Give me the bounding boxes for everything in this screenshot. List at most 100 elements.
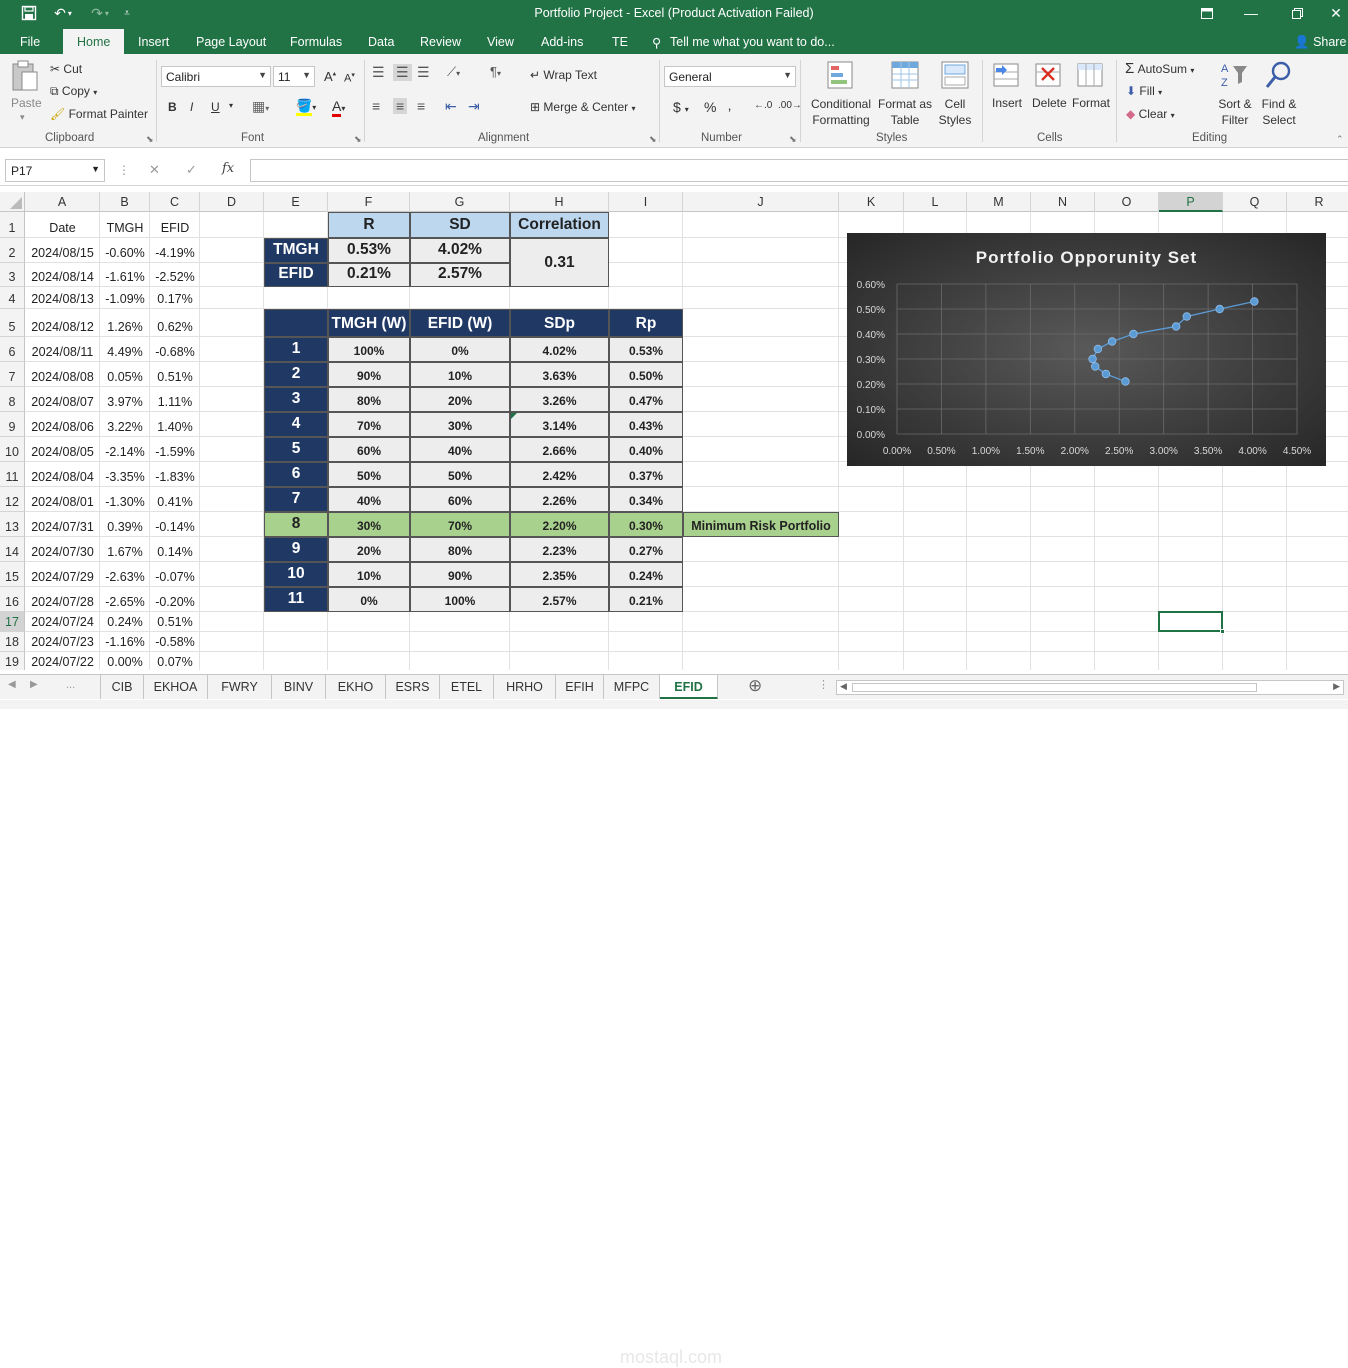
- sheet-tab-ekho[interactable]: EKHO: [326, 675, 386, 699]
- date-table-cell[interactable]: 0.14%: [150, 537, 200, 562]
- date-table-cell[interactable]: 2024/07/28: [25, 587, 100, 612]
- row-header-18[interactable]: 18: [0, 632, 25, 652]
- cancel-icon[interactable]: ✕: [149, 162, 160, 178]
- row-header-15[interactable]: 15: [0, 562, 25, 587]
- portfolio-cell[interactable]: 90%: [328, 362, 410, 387]
- stats-header-r[interactable]: R: [328, 212, 410, 238]
- date-table-cell[interactable]: -2.52%: [150, 263, 200, 287]
- portfolio-cell[interactable]: 0.47%: [609, 387, 683, 412]
- portfolio-cell[interactable]: 30%: [410, 412, 510, 437]
- date-table-cell[interactable]: 2024/08/05: [25, 437, 100, 462]
- column-header-k[interactable]: K: [839, 192, 904, 212]
- sheet-tab-ekhoa[interactable]: EKHOA: [144, 675, 208, 699]
- align-middle-icon[interactable]: ☰: [393, 64, 412, 81]
- format-cells-icon[interactable]: [1076, 60, 1104, 93]
- close-icon[interactable]: ✕: [1326, 3, 1346, 23]
- decrease-indent-icon[interactable]: ⇤: [445, 98, 457, 115]
- date-table-cell[interactable]: 2024/08/01: [25, 487, 100, 512]
- tab-add-ins[interactable]: Add-ins: [541, 35, 583, 49]
- date-table-cell[interactable]: -0.60%: [100, 238, 150, 263]
- portfolio-index[interactable]: 1: [264, 337, 328, 362]
- portfolio-cell[interactable]: 0.53%: [609, 337, 683, 362]
- autosum-button[interactable]: Σ AutoSum ▾: [1125, 60, 1194, 77]
- tab-data[interactable]: Data: [368, 35, 394, 49]
- scroll-right-arrow-icon[interactable]: ▶: [1333, 681, 1340, 692]
- portfolio-cell[interactable]: 80%: [410, 537, 510, 562]
- paste-dropdown-icon[interactable]: ▾: [20, 112, 25, 123]
- font-color-icon[interactable]: A▾: [332, 98, 345, 117]
- column-header-e[interactable]: E: [264, 192, 328, 212]
- date-table-cell[interactable]: 2024/08/06: [25, 412, 100, 437]
- date-table-cell[interactable]: 3.22%: [100, 412, 150, 437]
- new-sheet-icon[interactable]: ⊕: [748, 676, 762, 696]
- portfolio-cell[interactable]: 0%: [410, 337, 510, 362]
- row-header-7[interactable]: 7: [0, 362, 25, 387]
- number-format-select[interactable]: General ▼: [664, 66, 796, 87]
- row-header-19[interactable]: 19: [0, 652, 25, 670]
- clear-button[interactable]: ◆ Clear ▾: [1126, 107, 1175, 121]
- date-table-cell[interactable]: 2024/08/07: [25, 387, 100, 412]
- paste-icon[interactable]: [10, 60, 42, 92]
- date-table-cell[interactable]: 2024/08/13: [25, 287, 100, 309]
- date-table-cell[interactable]: 0.62%: [150, 309, 200, 337]
- row-header-8[interactable]: 8: [0, 387, 25, 412]
- column-header-f[interactable]: F: [328, 192, 410, 212]
- stats-cell[interactable]: 4.02%: [410, 238, 510, 263]
- date-table-cell[interactable]: -1.59%: [150, 437, 200, 462]
- date-table-cell[interactable]: 2024/08/04: [25, 462, 100, 487]
- sheet-tab-binv[interactable]: BINV: [272, 675, 326, 699]
- date-table-cell[interactable]: 1.67%: [100, 537, 150, 562]
- date-table-cell[interactable]: -4.19%: [150, 238, 200, 263]
- date-table-cell[interactable]: -2.14%: [100, 437, 150, 462]
- insert-cells-icon[interactable]: [992, 60, 1020, 93]
- alignment-launcher-icon[interactable]: ⬊: [649, 134, 657, 145]
- share-button[interactable]: 👤 Share: [1294, 35, 1346, 50]
- date-table-cell[interactable]: 2024/07/24: [25, 612, 100, 632]
- date-table-cell[interactable]: 1.40%: [150, 412, 200, 437]
- portfolio-cell[interactable]: 90%: [410, 562, 510, 587]
- portfolio-cell[interactable]: 20%: [410, 387, 510, 412]
- sheet-tab-efih[interactable]: EFIH: [556, 675, 604, 699]
- portfolio-cell[interactable]: 50%: [410, 462, 510, 487]
- formula-input[interactable]: [250, 159, 1348, 182]
- row-header-14[interactable]: 14: [0, 537, 25, 562]
- portfolio-cell[interactable]: 2.42%: [510, 462, 609, 487]
- row-header-1[interactable]: 1: [0, 212, 25, 238]
- portfolio-cell[interactable]: 40%: [410, 437, 510, 462]
- portfolio-cell[interactable]: 0.43%: [609, 412, 683, 437]
- date-table-cell[interactable]: 2024/07/30: [25, 537, 100, 562]
- row-header-17[interactable]: 17: [0, 612, 25, 632]
- orientation-icon[interactable]: ⟋▾: [447, 64, 460, 80]
- portfolio-cell[interactable]: 50%: [328, 462, 410, 487]
- conditional-formatting-button[interactable]: Conditional Formatting: [810, 96, 872, 128]
- date-table-cell[interactable]: 0.00%: [100, 652, 150, 670]
- align-center-icon[interactable]: ≡: [393, 98, 408, 114]
- bold-button[interactable]: B: [168, 100, 177, 114]
- tab-home[interactable]: Home: [63, 29, 125, 54]
- sheet-tab-efid[interactable]: EFID: [660, 675, 718, 699]
- conditional-formatting-icon[interactable]: [826, 60, 856, 95]
- portfolio-cell[interactable]: 10%: [410, 362, 510, 387]
- sheet-tab-hrho[interactable]: HRHO: [494, 675, 556, 699]
- date-table-header[interactable]: EFID: [150, 212, 200, 238]
- portfolio-cell[interactable]: 20%: [328, 537, 410, 562]
- row-header-9[interactable]: 9: [0, 412, 25, 437]
- date-table-cell[interactable]: 0.51%: [150, 362, 200, 387]
- date-table-header[interactable]: Date: [25, 212, 100, 238]
- portfolio-index[interactable]: 2: [264, 362, 328, 387]
- stats-row-label[interactable]: TMGH: [264, 238, 328, 263]
- font-size-select[interactable]: 11 ▼: [273, 66, 315, 87]
- align-bottom-icon[interactable]: ☰: [417, 64, 430, 81]
- portfolio-index[interactable]: 9: [264, 537, 328, 562]
- insert-cells-button[interactable]: Insert: [992, 96, 1022, 110]
- date-table-cell[interactable]: -0.58%: [150, 632, 200, 652]
- format-as-table-button[interactable]: Format as Table: [876, 96, 934, 128]
- stats-row-label[interactable]: EFID: [264, 263, 328, 287]
- sheet-tab-esrs[interactable]: ESRS: [386, 675, 440, 699]
- portfolio-header[interactable]: SDp: [510, 309, 609, 337]
- date-table-cell[interactable]: 0.07%: [150, 652, 200, 670]
- column-header-j[interactable]: J: [683, 192, 839, 212]
- correlation-value[interactable]: 0.31: [510, 238, 609, 287]
- portfolio-cell[interactable]: 2.26%: [510, 487, 609, 512]
- portfolio-header[interactable]: TMGH (W): [328, 309, 410, 337]
